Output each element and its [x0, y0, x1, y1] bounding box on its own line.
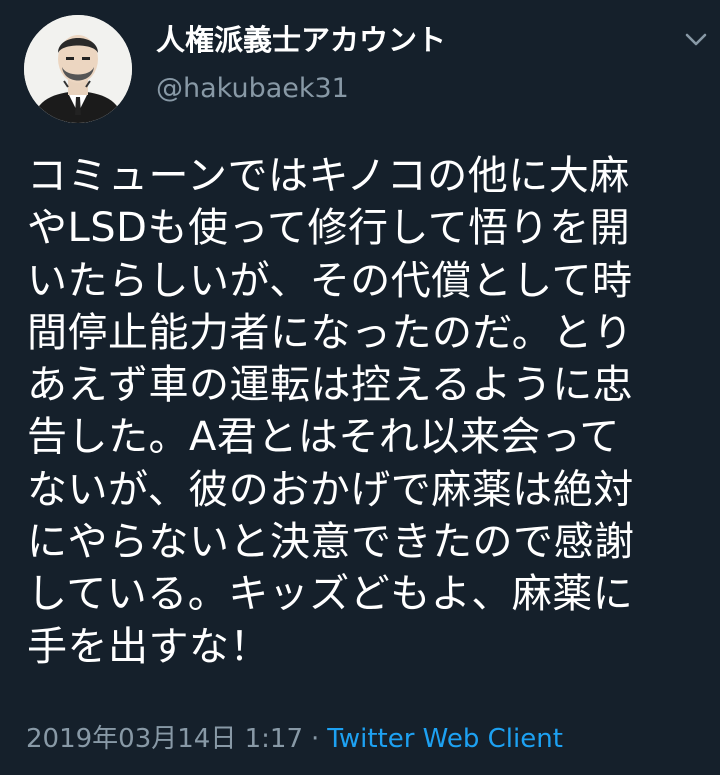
tweet-text-line: 手を出すな！ [27, 623, 270, 670]
tweet-text-line: やLSDも使って修行して悟りを開 [27, 205, 631, 252]
tweet-text-line: いたらしいが、その代償として時 [27, 257, 633, 304]
display-name[interactable]: 人権派義士アカウント [156, 22, 446, 58]
tweet-text-line: ないが、彼のおかげで麻薬は絶対 [27, 466, 634, 513]
tweet-text-line: にやらないと決意できたので感謝 [27, 519, 635, 566]
tweet-meta: 2019年03月14日 1:17 · Twitter Web Client [26, 722, 563, 756]
tweet-text-line: している。キッズどもよ、麻薬に [27, 571, 634, 618]
tweet-text-line: あえず車の運転は控えるように忠 [27, 362, 634, 409]
tweet-text-line: 間停止能力者になったのだ。とり [27, 309, 634, 356]
chevron-down-icon[interactable] [683, 28, 709, 50]
avatar-illustration [24, 15, 132, 123]
meta-separator: · [311, 724, 320, 754]
tweet-text: コミューンではキノコの他に大麻 やLSDも使って修行して悟りを開 いたらしいが、… [27, 150, 707, 673]
tweet-text-line: コミューンではキノコの他に大麻 [27, 153, 630, 199]
tweet-text-line: 告した。A君とはそれ以来会って [27, 414, 620, 461]
tweet-card: 人権派義士アカウント @hakubaek31 コミューンではキノコの他に大麻 や… [0, 0, 720, 775]
user-handle[interactable]: @hakubaek31 [156, 72, 349, 106]
tweet-timestamp[interactable]: 2019年03月14日 1:17 [26, 724, 303, 754]
tweet-source-link[interactable]: Twitter Web Client [327, 724, 563, 754]
avatar[interactable] [24, 15, 132, 123]
